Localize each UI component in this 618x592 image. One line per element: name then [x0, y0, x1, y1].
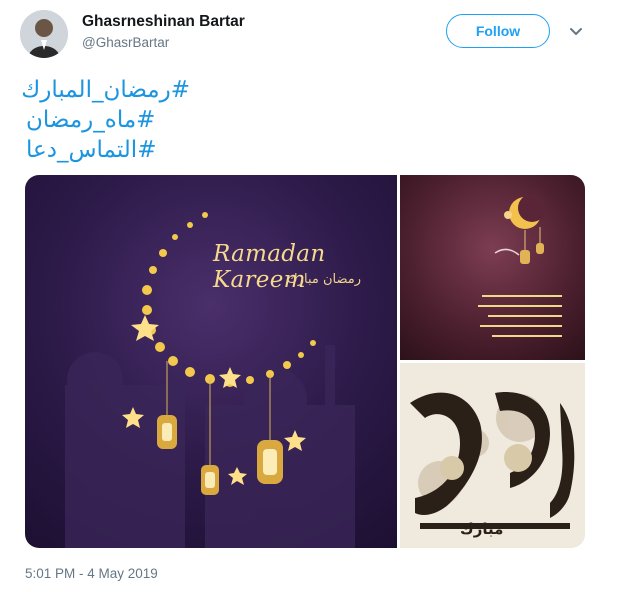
tweet-text: #رمضان_المبارك #ماه_رمضان #التماس_دعا — [0, 75, 190, 165]
crescent-moon-illustration — [65, 212, 355, 548]
chevron-down-icon[interactable] — [566, 24, 586, 40]
author-handle[interactable]: @GhasrBartar — [82, 35, 169, 50]
media-image-ramadan-kareem[interactable]: Ramadan Kareem رمضان مبارك — [25, 175, 397, 548]
avatar[interactable] — [20, 10, 68, 58]
ramadan-card-illustration — [478, 194, 562, 337]
media-image-ramadan-calligraphy[interactable]: مبارك — [400, 363, 585, 548]
follow-button[interactable]: Follow — [446, 14, 550, 48]
avatar-image — [20, 10, 68, 58]
hashtag-link[interactable]: #رمضان_المبارك — [0, 75, 190, 105]
tweet-timestamp[interactable]: 5:01 PM - 4 May 2019 — [25, 566, 158, 581]
hashtag-link[interactable]: #التماس_دعا — [0, 135, 190, 165]
calligraphy-caption: مبارك — [460, 520, 504, 538]
author-name[interactable]: Ghasrneshinan Bartar — [82, 13, 245, 31]
ramadan-mubarak-subtitle: رمضان مبارك — [287, 272, 361, 287]
hashtag-link[interactable]: #ماه_رمضان — [0, 105, 190, 135]
media-grid: Ramadan Kareem رمضان مبارك مبارك — [25, 175, 585, 548]
media-image-ramadan-card[interactable] — [400, 175, 585, 360]
